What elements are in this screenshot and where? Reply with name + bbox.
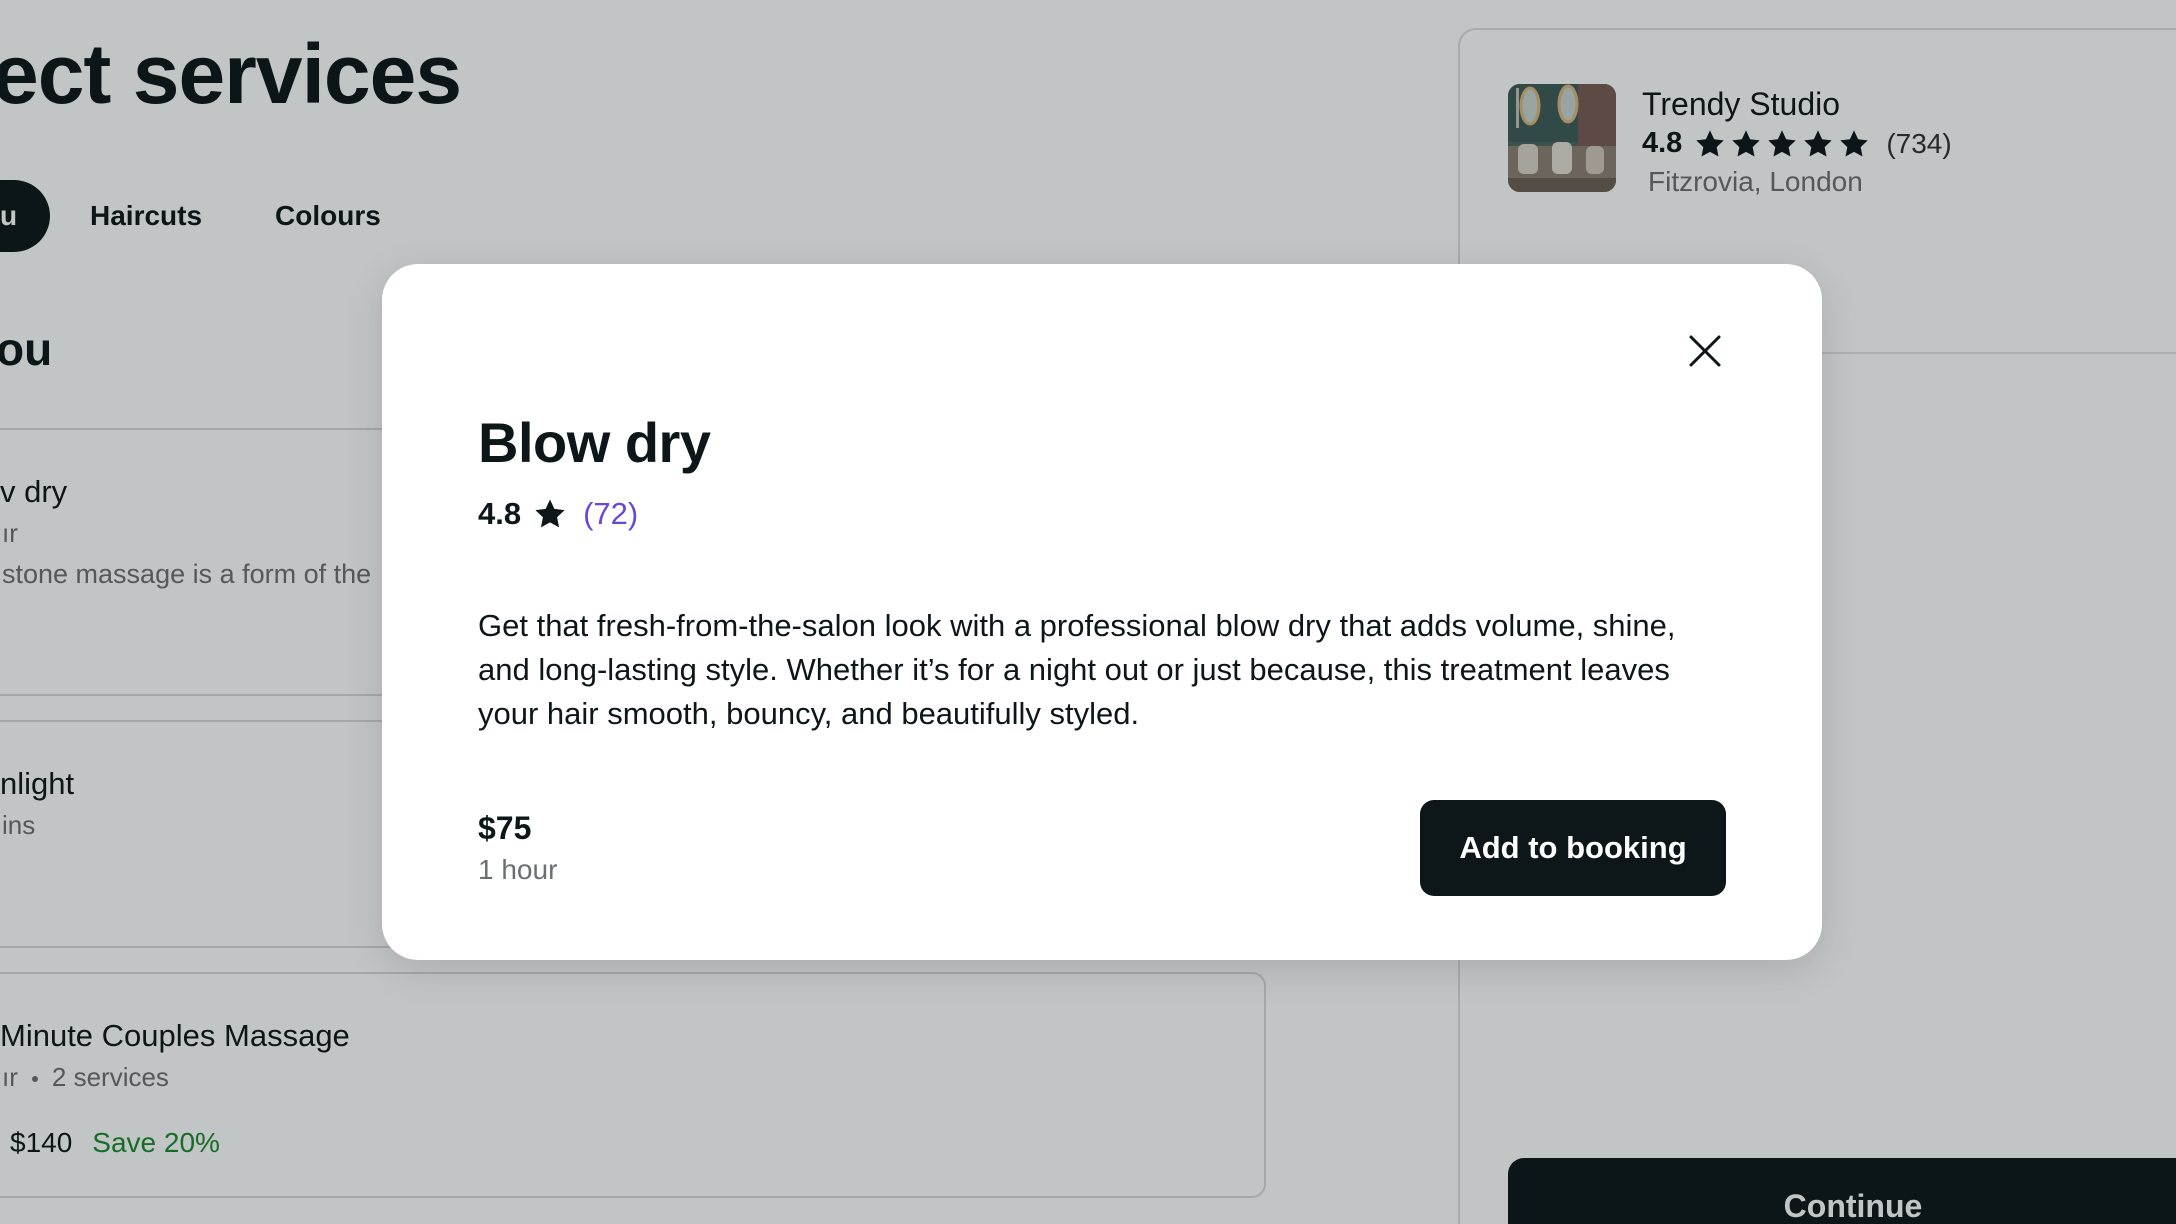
add-to-booking-button[interactable]: Add to booking [1420,800,1726,896]
modal-price: $75 [478,810,532,846]
service-details-modal: Blow dry 4.8 (72) Get that fresh-from-th… [382,264,1822,960]
modal-rating-row: 4.8 (72) [478,496,638,532]
modal-description: Get that fresh-from-the-salon look with … [478,608,1676,731]
star-icon [533,497,567,531]
modal-duration: 1 hour [478,854,558,885]
close-icon [1689,335,1721,367]
close-button[interactable] [1676,322,1734,380]
booking-page: ect services u Haircuts Colours ou v dry… [0,0,2176,1224]
modal-title: Blow dry [478,411,711,474]
modal-review-count-link[interactable]: (72) [583,496,638,532]
modal-rating: 4.8 [478,496,522,531]
